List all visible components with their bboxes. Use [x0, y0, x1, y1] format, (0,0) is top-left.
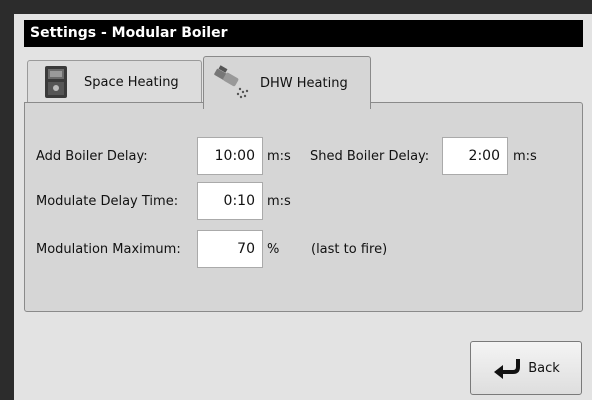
modulation-maximum-field[interactable]: 70: [197, 230, 263, 268]
last-to-fire-note: (last to fire): [311, 242, 388, 257]
tab-space-heating-label: Space Heating: [84, 74, 179, 90]
back-arrow-icon: [492, 357, 522, 379]
tab-dhw-heating-label: DHW Heating: [260, 75, 348, 91]
faucet-icon: [212, 65, 252, 101]
modulate-delay-time-label: Modulate Delay Time:: [36, 194, 179, 209]
tab-dhw-heating[interactable]: DHW Heating: [203, 56, 371, 109]
modulate-delay-time-unit: m:s: [267, 194, 291, 209]
back-button-label: Back: [528, 360, 560, 376]
add-boiler-delay-unit: m:s: [267, 149, 291, 164]
back-button[interactable]: Back: [470, 341, 582, 395]
boiler-icon: [36, 64, 76, 100]
modulate-delay-time-field[interactable]: 0:10: [197, 182, 263, 220]
shed-boiler-delay-label: Shed Boiler Delay:: [310, 149, 430, 164]
modulation-maximum-label: Modulation Maximum:: [36, 242, 181, 257]
shed-boiler-delay-unit: m:s: [513, 149, 537, 164]
tab-space-heating[interactable]: Space Heating: [27, 60, 202, 103]
shed-boiler-delay-field[interactable]: 2:00: [442, 137, 508, 175]
add-boiler-delay-field[interactable]: 10:00: [197, 137, 263, 175]
add-boiler-delay-label: Add Boiler Delay:: [36, 149, 148, 164]
window-title: Settings - Modular Boiler: [24, 20, 583, 47]
modulation-maximum-unit: %: [267, 242, 280, 257]
settings-panel: Add Boiler Delay: 10:00 m:s Shed Boiler …: [24, 102, 583, 312]
